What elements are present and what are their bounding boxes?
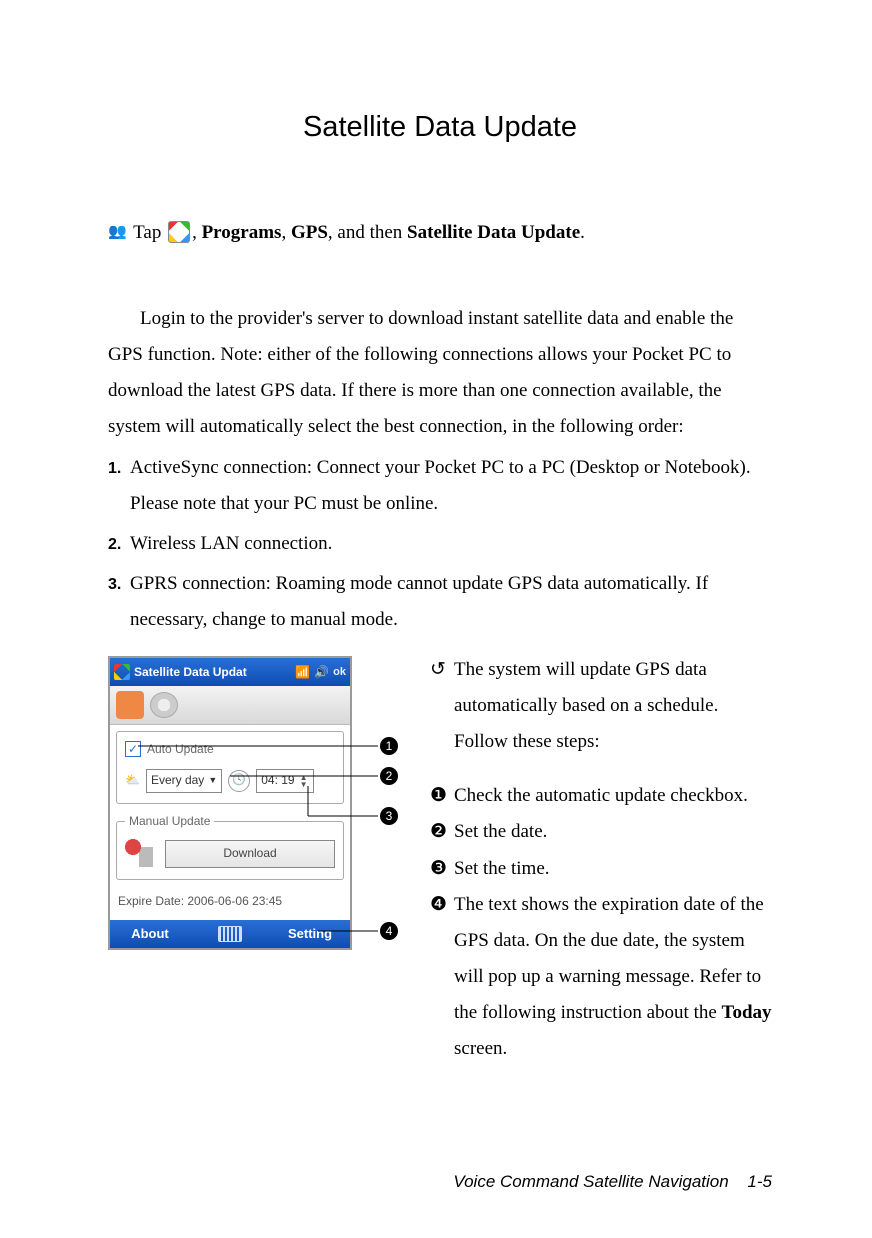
disc-icon xyxy=(150,692,178,718)
signal-icon: 📶 xyxy=(295,661,310,684)
weather-icon: ⛅ xyxy=(125,769,140,792)
connection-list: 1. ActiveSync connection: Connect your P… xyxy=(108,450,772,638)
nav-tap: Tap xyxy=(133,222,161,243)
volume-icon: 🔊 xyxy=(314,661,329,684)
step-text-2: Set the date. xyxy=(454,814,772,850)
list-item: 2. Wireless LAN connection. xyxy=(108,526,772,562)
list-item: 1. ActiveSync connection: Connect your P… xyxy=(108,450,772,522)
lead-text: The system will update GPS data automati… xyxy=(454,652,772,760)
chevron-down-icon: ▼ xyxy=(208,772,217,789)
step-text-3: Set the time. xyxy=(454,851,772,887)
keyboard-icon xyxy=(218,926,242,942)
screenshot-titlebar: Satellite Data Updat 📶 🔊 ok xyxy=(110,658,350,686)
callout-marker-4: 4 xyxy=(380,922,398,940)
nav-then: and then xyxy=(337,222,402,243)
screenshot-toolbar xyxy=(110,686,350,725)
setting-button[interactable]: Setting xyxy=(270,920,350,948)
step-marker-4: ❹ xyxy=(430,887,454,1067)
intro-paragraph: Login to the provider's server to downlo… xyxy=(108,301,772,445)
step-descriptions: ↺ The system will update GPS data automa… xyxy=(430,652,772,1067)
step-text-1: Check the automatic update checkbox. xyxy=(454,778,772,814)
callout-marker-2: 2 xyxy=(380,767,398,785)
ok-button[interactable]: ok xyxy=(333,662,346,683)
time-stepper[interactable]: 04: 19 ▲▼ xyxy=(256,769,313,793)
step-marker-3: ❸ xyxy=(430,851,454,887)
step-text-4: The text shows the expiration date of th… xyxy=(454,887,772,1067)
auto-update-checkbox[interactable]: ✓ xyxy=(125,741,141,757)
step-marker-2: ❷ xyxy=(430,814,454,850)
nav-gps: GPS xyxy=(291,222,328,243)
about-button[interactable]: About xyxy=(110,920,190,948)
footer-section: Voice Command Satellite Navigation xyxy=(453,1172,728,1191)
nav-programs: Programs xyxy=(202,222,282,243)
step-marker-1: ❶ xyxy=(430,778,454,814)
download-button[interactable]: Download xyxy=(165,840,335,868)
keyboard-button[interactable] xyxy=(190,920,270,948)
page-footer: Voice Command Satellite Navigation 1-5 xyxy=(108,1166,772,1198)
list-item: 3. GPRS connection: Roaming mode cannot … xyxy=(108,566,772,638)
start-icon xyxy=(168,221,190,243)
clock-icon: 🕓 xyxy=(228,770,250,792)
callout-marker-3: 3 xyxy=(380,807,398,825)
screenshot: Satellite Data Updat 📶 🔊 ok ✓ Auto Updat… xyxy=(108,656,352,950)
phone-icon xyxy=(116,691,144,719)
auto-update-group: ✓ Auto Update ⛅ Every day ▼ 🕓 04: 19 ▲▼ xyxy=(116,731,344,804)
nav-target: Satellite Data Update xyxy=(407,222,580,243)
lead-marker: ↺ xyxy=(430,652,454,760)
spinner-icon[interactable]: ▲▼ xyxy=(299,774,309,788)
footer-page-number: 1-5 xyxy=(747,1172,772,1191)
nav-path: 👥 Tap , Programs, GPS, and then Satellit… xyxy=(108,215,772,251)
manual-update-legend: Manual Update xyxy=(125,810,214,833)
screenshot-bottom-bar: About Setting xyxy=(110,920,350,948)
page-title: Satellite Data Update xyxy=(108,100,772,155)
manual-update-group: Manual Update Download xyxy=(116,810,344,880)
callout-marker-1: 1 xyxy=(380,737,398,755)
expire-date-text: Expire Date: 2006-06-06 23:45 xyxy=(110,886,350,921)
auto-update-label: Auto Update xyxy=(147,738,214,761)
frequency-select[interactable]: Every day ▼ xyxy=(146,769,222,793)
connection-icon xyxy=(125,839,155,869)
start-icon[interactable] xyxy=(114,664,130,680)
group-icon: 👥 xyxy=(108,218,125,247)
window-title: Satellite Data Updat xyxy=(134,661,247,684)
